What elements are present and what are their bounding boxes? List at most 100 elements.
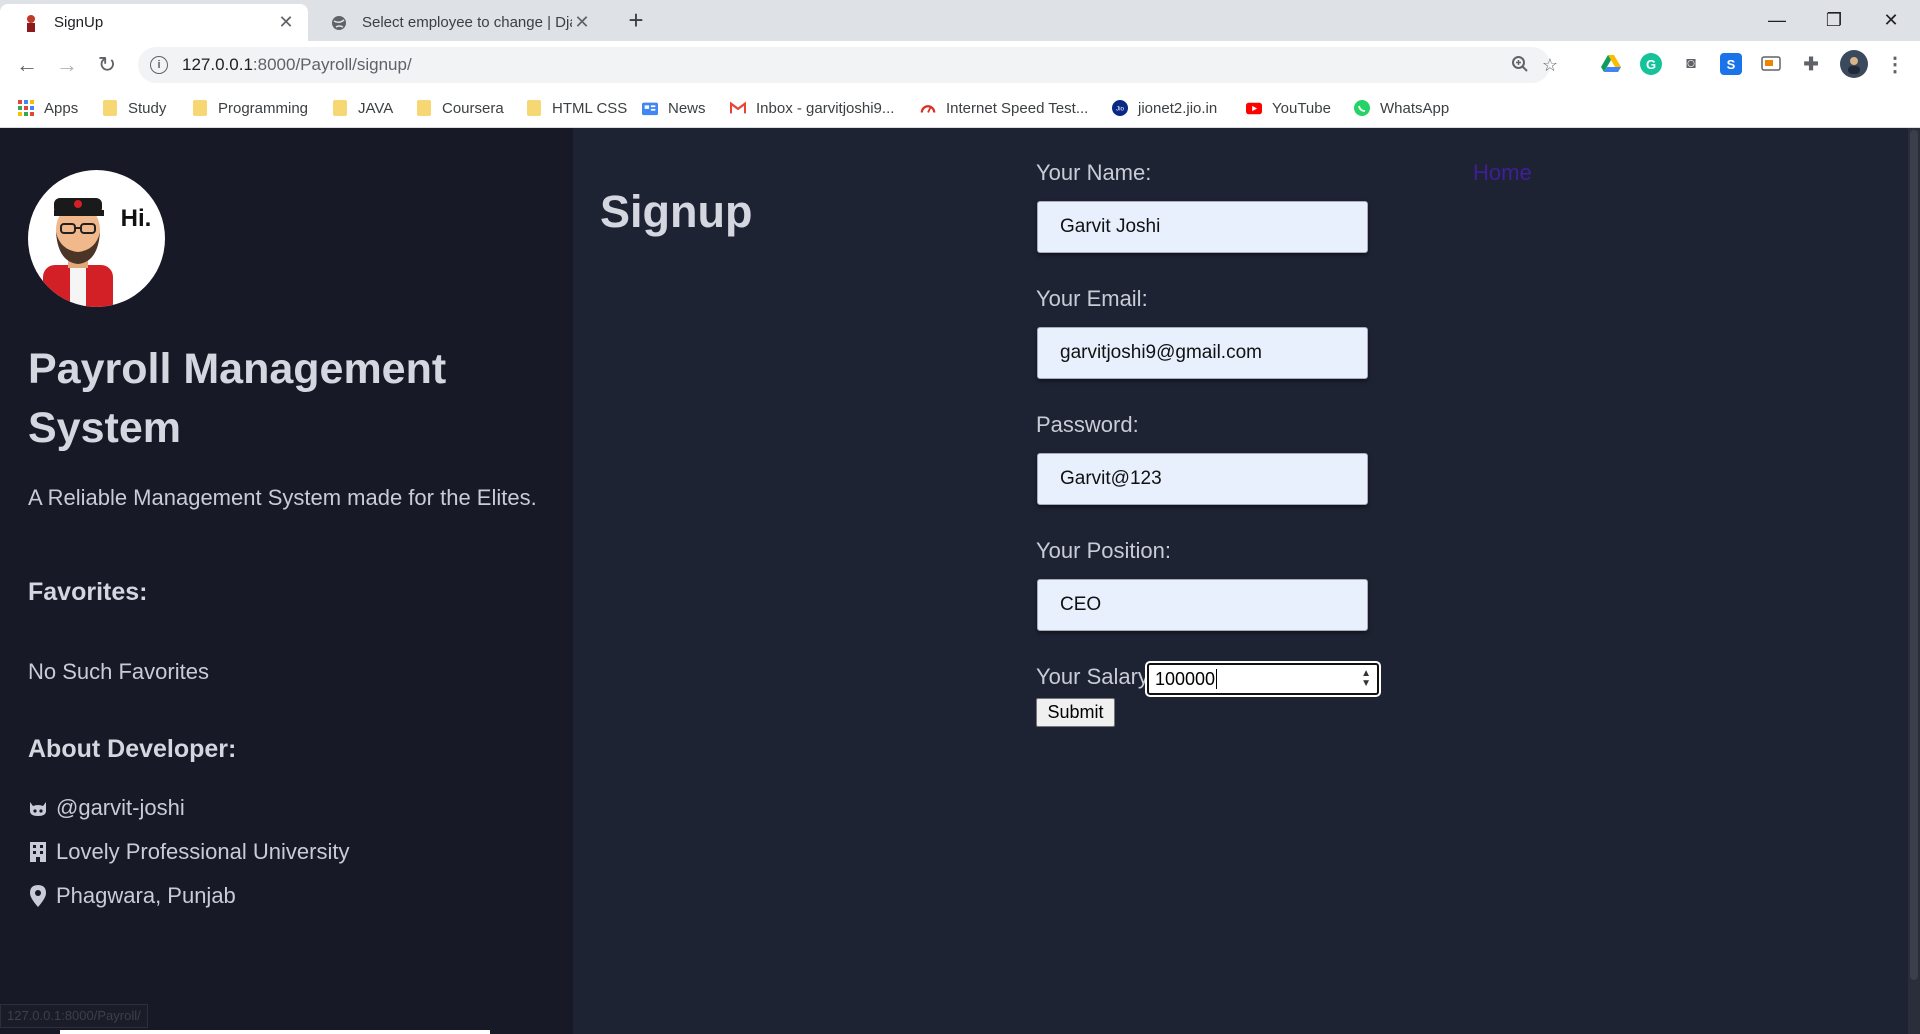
globe-icon	[330, 14, 348, 32]
browser-tab-strip: SignUp ✕ Select employee to change | Dja…	[0, 0, 1920, 41]
bookmark-youtube[interactable]: YouTube	[1246, 88, 1331, 128]
horizontal-scroll-indicator	[60, 1030, 490, 1034]
password-label: Password:	[1036, 412, 1139, 437]
reload-icon[interactable]: ↻	[92, 50, 122, 80]
gmail-icon	[730, 100, 746, 116]
grammarly-icon[interactable]: G	[1640, 53, 1662, 75]
folder-icon	[102, 100, 118, 116]
bookmark-label: JAVA	[358, 99, 394, 117]
minimize-icon[interactable]: —	[1748, 0, 1806, 41]
tab-select-employee[interactable]: Select employee to change | Djan ✕	[308, 4, 604, 41]
speedometer-icon	[920, 100, 936, 116]
url-path: :8000/Payroll/signup/	[252, 55, 412, 74]
bookmark-label: Inbox - garvitjoshi9...	[756, 99, 895, 117]
map-marker-icon	[28, 885, 48, 907]
google-news-icon	[642, 100, 658, 116]
close-window-icon[interactable]: ✕	[1862, 0, 1920, 41]
bookmark-coursera[interactable]: Coursera	[416, 88, 504, 128]
favorites-empty-text: No Such Favorites	[28, 659, 209, 684]
bookmark-label: YouTube	[1272, 99, 1331, 117]
bookmark-apps[interactable]: Apps	[18, 88, 78, 128]
github-icon	[28, 797, 48, 819]
zoom-icon[interactable]	[1510, 55, 1530, 75]
tab-signup[interactable]: SignUp ✕	[0, 4, 308, 41]
bookmark-study[interactable]: Study	[102, 88, 166, 128]
vertical-scrollbar[interactable]	[1908, 128, 1920, 1034]
name-label: Your Name:	[1036, 160, 1152, 185]
scrollbar-thumb[interactable]	[1910, 130, 1918, 980]
bookmark-jionet[interactable]: Jio jionet2.jio.in	[1112, 88, 1217, 128]
jio-icon: Jio	[1112, 100, 1128, 116]
browser-toolbar: ← → ↻ i 127.0.0.1:8000/Payroll/signup/ ☆…	[0, 41, 1920, 88]
camera-icon[interactable]: ◙	[1680, 53, 1702, 75]
menu-kebab-icon[interactable]: ⋮	[1884, 53, 1906, 76]
text-caret	[1216, 669, 1218, 689]
bookmark-label: Apps	[44, 99, 79, 117]
close-tab-icon[interactable]: ✕	[276, 12, 296, 33]
back-arrow-icon[interactable]: ←	[12, 50, 42, 80]
folder-icon	[416, 100, 432, 116]
bookmark-label: Internet Speed Test...	[946, 99, 1089, 117]
avatar-greeting: Hi.	[121, 205, 152, 232]
email-field[interactable]	[1037, 327, 1368, 379]
youtube-icon	[1246, 100, 1262, 116]
home-link[interactable]: Home	[1473, 160, 1532, 186]
svg-text:Jio: Jio	[1116, 106, 1124, 113]
bookmark-star-icon[interactable]: ☆	[1540, 55, 1560, 75]
google-drive-icon[interactable]	[1600, 53, 1622, 75]
bookmark-label: Coursera	[442, 99, 504, 117]
url-text[interactable]: 127.0.0.1:8000/Payroll/signup/	[182, 55, 412, 75]
salary-field[interactable]: 100000 ▲ ▼	[1145, 661, 1381, 697]
folder-icon	[526, 100, 542, 116]
bookmark-label: Programming	[218, 99, 309, 117]
page-title: Signup	[600, 186, 753, 237]
bookmark-label: News	[668, 99, 706, 117]
bookmark-programming[interactable]: Programming	[192, 88, 308, 128]
apps-grid-icon	[18, 100, 34, 116]
salary-label: Your Salary:	[1036, 664, 1156, 689]
cast-icon[interactable]	[1760, 53, 1782, 75]
django-favicon-icon	[22, 14, 40, 32]
building-icon	[28, 841, 48, 863]
status-bar-url: 127.0.0.1:8000/Payroll/	[0, 1004, 148, 1028]
bookmark-html-css[interactable]: HTML CSS	[526, 88, 627, 128]
developer-github[interactable]: @garvit-joshi	[28, 795, 185, 821]
favorites-heading: Favorites:	[28, 578, 148, 606]
forward-arrow-icon[interactable]: →	[52, 50, 82, 80]
salary-value: 100000	[1155, 668, 1216, 689]
developer-university-text: Lovely Professional University	[56, 839, 350, 864]
position-field[interactable]	[1037, 579, 1368, 631]
restore-icon[interactable]: ❐	[1805, 0, 1863, 41]
new-tab-button[interactable]: +	[622, 6, 650, 34]
bookmark-speedtest[interactable]: Internet Speed Test...	[920, 88, 1088, 128]
name-field[interactable]	[1037, 201, 1368, 253]
profile-avatar[interactable]	[1840, 50, 1868, 78]
number-spinner-icon[interactable]: ▲ ▼	[1361, 669, 1371, 689]
tab-title: Select employee to change | Djan	[362, 14, 572, 31]
extension-s-icon[interactable]: S	[1720, 53, 1742, 75]
bookmark-label: Study	[128, 99, 167, 117]
whatsapp-icon	[1354, 100, 1370, 116]
submit-button[interactable]: Submit	[1036, 698, 1115, 727]
developer-university: Lovely Professional University	[28, 839, 349, 865]
page: Hi. Payroll Management System A Reliable…	[0, 128, 1920, 1034]
site-tagline: A Reliable Management System made for th…	[28, 485, 537, 510]
about-developer-heading: About Developer:	[28, 735, 237, 763]
position-label: Your Position:	[1036, 538, 1171, 563]
bookmark-java[interactable]: JAVA	[332, 88, 393, 128]
extensions-puzzle-icon[interactable]: ✚	[1800, 53, 1822, 75]
folder-icon	[332, 100, 348, 116]
close-tab-icon[interactable]: ✕	[572, 12, 592, 33]
sidebar: Hi. Payroll Management System A Reliable…	[0, 128, 573, 1034]
bookmark-gmail[interactable]: Inbox - garvitjoshi9...	[730, 88, 894, 128]
site-info-icon[interactable]: i	[150, 56, 168, 74]
bookmark-label: WhatsApp	[1380, 99, 1450, 117]
avatar: Hi.	[28, 170, 165, 307]
address-bar[interactable]: i 127.0.0.1:8000/Payroll/signup/ ☆	[138, 47, 1558, 83]
bookmark-label: HTML CSS	[552, 99, 628, 117]
bookmark-whatsapp[interactable]: WhatsApp	[1354, 88, 1449, 128]
password-field[interactable]	[1037, 453, 1368, 505]
site-title: Payroll Management System	[28, 345, 447, 452]
developer-location-text: Phagwara, Punjab	[56, 883, 236, 908]
bookmark-news[interactable]: News	[642, 88, 706, 128]
